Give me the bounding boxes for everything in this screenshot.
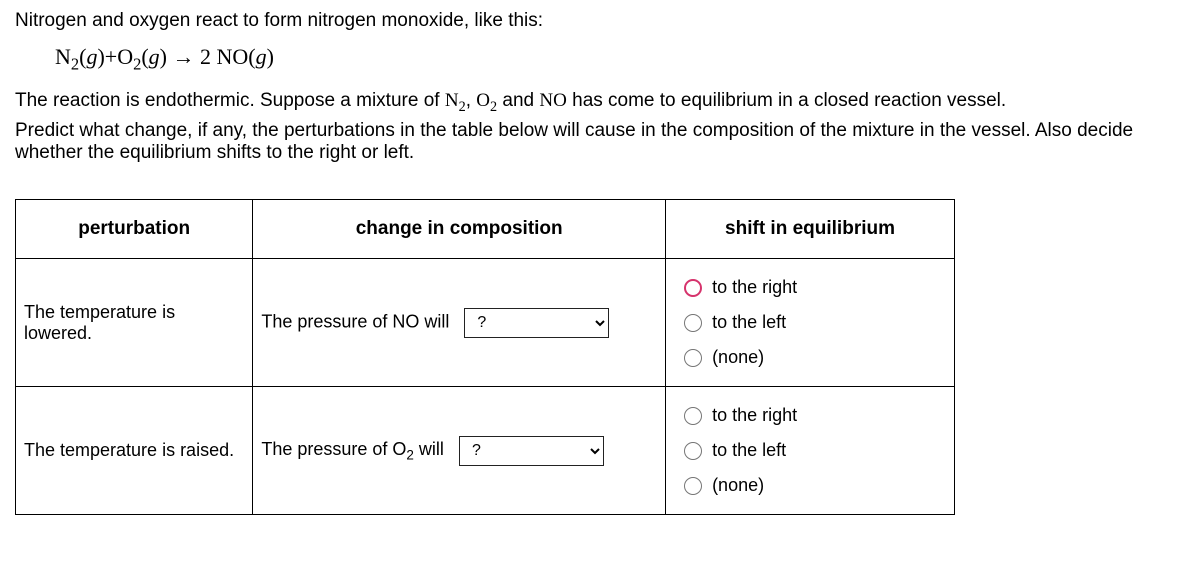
radio-label: (none) bbox=[712, 475, 764, 496]
radio-input[interactable] bbox=[684, 477, 702, 495]
paragraph-2: Predict what change, if any, the perturb… bbox=[15, 120, 1185, 164]
radio-label: to the left bbox=[712, 312, 786, 333]
radio-label: to the right bbox=[712, 277, 797, 298]
change-prefix: The pressure of O2 will bbox=[261, 439, 444, 459]
shift-cell: to the right to the left (none) bbox=[666, 259, 955, 387]
radio-input[interactable] bbox=[684, 407, 702, 425]
radio-label: to the left bbox=[712, 440, 786, 461]
radio-option-right[interactable]: to the right bbox=[684, 405, 946, 426]
radio-label: (none) bbox=[712, 347, 764, 368]
radio-input[interactable] bbox=[684, 349, 702, 367]
table-row: The temperature is raised. The pressure … bbox=[16, 387, 955, 515]
perturbation-table: perturbation change in composition shift… bbox=[15, 199, 955, 515]
radio-input[interactable] bbox=[684, 442, 702, 460]
radio-input[interactable] bbox=[684, 279, 702, 297]
header-perturbation: perturbation bbox=[16, 200, 253, 259]
header-change: change in composition bbox=[253, 200, 666, 259]
radio-option-none[interactable]: (none) bbox=[684, 475, 946, 496]
perturbation-text: The temperature is raised. bbox=[16, 387, 253, 515]
pressure-select[interactable]: ? bbox=[464, 308, 609, 338]
change-cell: The pressure of O2 will ? bbox=[253, 387, 666, 515]
shift-cell: to the right to the left (none) bbox=[666, 387, 955, 515]
radio-option-none[interactable]: (none) bbox=[684, 347, 946, 368]
intro-text: Nitrogen and oxygen react to form nitrog… bbox=[15, 10, 1185, 32]
radio-label: to the right bbox=[712, 405, 797, 426]
change-prefix: The pressure of NO will bbox=[261, 311, 449, 331]
change-cell: The pressure of NO will ? bbox=[253, 259, 666, 387]
radio-option-left[interactable]: to the left bbox=[684, 312, 946, 333]
radio-input[interactable] bbox=[684, 314, 702, 332]
pressure-select[interactable]: ? bbox=[459, 436, 604, 466]
perturbation-text: The temperature is lowered. bbox=[16, 259, 253, 387]
radio-option-right[interactable]: to the right bbox=[684, 277, 946, 298]
header-shift: shift in equilibrium bbox=[666, 200, 955, 259]
table-row: The temperature is lowered. The pressure… bbox=[16, 259, 955, 387]
paragraph-1: The reaction is endothermic. Suppose a m… bbox=[15, 90, 1185, 112]
chemical-equation: N2(g)+O2(g) → 2 NO(g) bbox=[55, 44, 1185, 70]
radio-option-left[interactable]: to the left bbox=[684, 440, 946, 461]
